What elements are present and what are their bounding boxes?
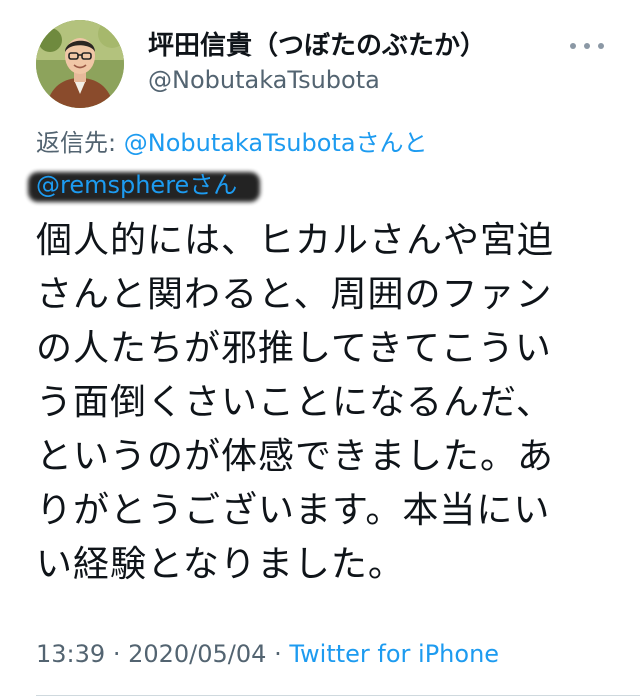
tweet-body: 個人的には、ヒカルさんや宮迫 さんと関わると、周囲のファン の人たちが邪推してき… (36, 214, 620, 592)
reply-prefix: 返信先: (36, 129, 117, 157)
more-dot (570, 43, 576, 49)
tweet-source-link[interactable]: Twitter for iPhone (289, 640, 499, 668)
author-handle[interactable]: @NobutakaTsubota (148, 64, 486, 96)
reply-line-2: @remsphereさん (28, 166, 260, 204)
tweet-body-line: 個人的には、ヒカルさんや宮迫 (36, 220, 555, 261)
avatar[interactable] (36, 20, 124, 108)
reply-line-1: 返信先: @NobutakaTsubotaさんと (36, 124, 616, 162)
meta-separator: · (112, 640, 121, 668)
tweet-date[interactable]: 2020/05/04 (128, 640, 266, 668)
more-horizontal-icon[interactable] (570, 36, 604, 56)
author-display-name[interactable]: 坪田信貴（つぼたのぶたか） (148, 30, 486, 62)
reply-context: 返信先: @NobutakaTsubotaさんと @remsphereさん (28, 124, 616, 204)
reply-mention-suffix-redacted[interactable]: さん (189, 171, 237, 199)
tweet-body-line: というのが体感できました。あ (36, 436, 555, 477)
avatar-image (36, 20, 124, 108)
tweet-body-line: りがとうございます。本当にい (36, 490, 551, 531)
author-names: 坪田信貴（つぼたのぶたか） @NobutakaTsubota (148, 30, 486, 96)
tweet-body-line: さんと関わると、周囲のファン (36, 274, 553, 315)
reply-mention-suffix[interactable]: さんと (356, 129, 428, 157)
tweet-header: 坪田信貴（つぼたのぶたか） @NobutakaTsubota (36, 20, 610, 112)
reply-mention-link[interactable]: @NobutakaTsubota (124, 129, 356, 157)
meta-separator: · (274, 640, 282, 668)
reply-mention-link-redacted[interactable]: @remsphere (36, 171, 189, 199)
more-dot (584, 43, 590, 49)
tweet: 坪田信貴（つぼたのぶたか） @NobutakaTsubota 返信先: @Nob… (0, 0, 640, 696)
tweet-body-line: の人たちが邪推してきてこうい (36, 328, 552, 369)
tweet-metadata: 13:39 · 2020/05/04 · Twitter for iPhone (36, 636, 499, 672)
tweet-body-line: う面倒くさいことになるんだ、 (36, 382, 553, 423)
tweet-time[interactable]: 13:39 (36, 640, 105, 668)
tweet-body-line: い経験となりました。 (36, 544, 405, 585)
more-dot (598, 43, 604, 49)
